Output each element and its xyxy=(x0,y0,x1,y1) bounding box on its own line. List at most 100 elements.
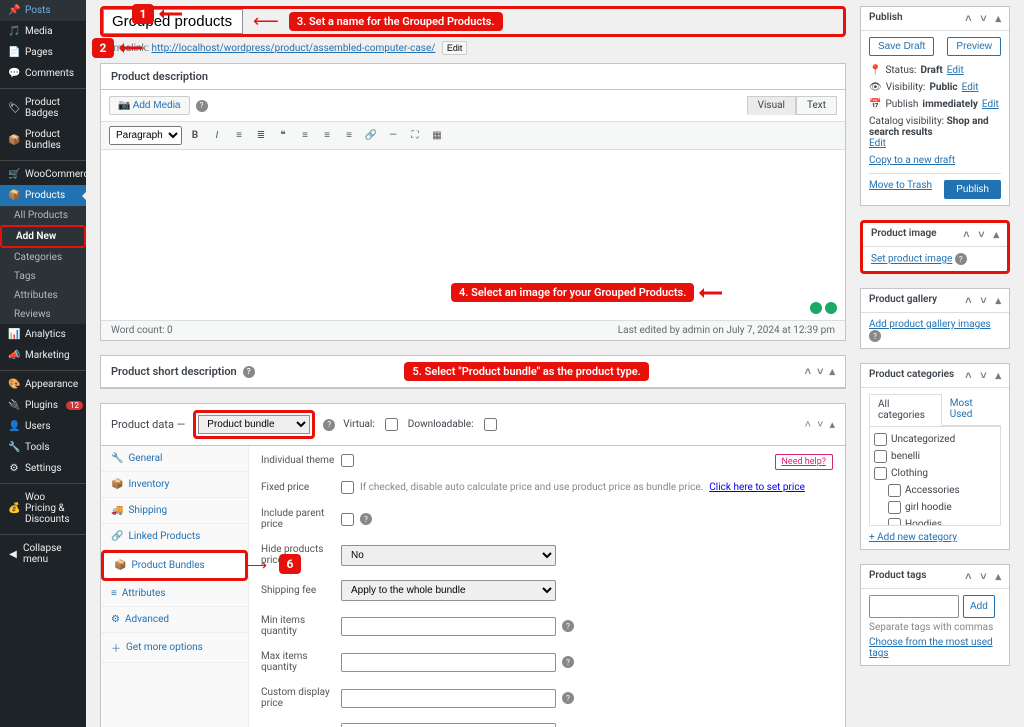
menu-media[interactable]: 🎵Media xyxy=(0,21,86,42)
menu-analytics[interactable]: 📊Analytics xyxy=(0,324,86,345)
toggle-icon[interactable]: ▴ xyxy=(995,12,1001,25)
max-qty-input[interactable] xyxy=(341,653,556,672)
chevron-up-icon[interactable]: ˄ xyxy=(965,369,971,382)
hide-price-select[interactable]: No xyxy=(341,545,556,566)
help-icon[interactable]: ? xyxy=(562,620,574,632)
category-list[interactable]: Uncategorized benelli Clothing Accessori… xyxy=(869,426,1001,526)
chevron-down-icon[interactable]: ˅ xyxy=(980,369,986,382)
tag-add-button[interactable]: Add xyxy=(963,595,995,618)
help-icon[interactable]: ? xyxy=(196,100,208,112)
individual-theme-checkbox[interactable] xyxy=(341,454,354,467)
menu-tools[interactable]: 🔧Tools xyxy=(0,437,86,458)
editor-body[interactable]: 4. Select an image for your Grouped Prod… xyxy=(101,150,845,320)
min-qty-input[interactable] xyxy=(341,617,556,636)
fullscreen-button[interactable]: ⛶ xyxy=(406,127,424,145)
add-media-button[interactable]: 📷 Add Media xyxy=(109,96,190,115)
set-price-link[interactable]: Click here to set price xyxy=(709,482,805,493)
pd-tab-inventory[interactable]: 📦Inventory xyxy=(101,472,248,498)
virtual-checkbox[interactable] xyxy=(385,418,398,431)
chevron-up-icon[interactable]: ˄ xyxy=(963,228,969,241)
box-toggle[interactable]: ˄˅▴ xyxy=(799,418,835,431)
bundle-title-input[interactable] xyxy=(341,723,556,727)
toggle-icon[interactable]: ▴ xyxy=(995,570,1001,583)
cat-checkbox[interactable] xyxy=(874,450,887,463)
chevron-down-icon[interactable]: ˅ xyxy=(980,294,986,307)
chevron-up-icon[interactable]: ˄ xyxy=(965,570,971,583)
ul-button[interactable]: ≡ xyxy=(230,127,248,145)
menu-product-bundles[interactable]: 📦Product Bundles xyxy=(0,124,86,156)
align-center-button[interactable]: ≡ xyxy=(318,127,336,145)
tag-input[interactable] xyxy=(869,595,959,618)
copy-draft-link[interactable]: Copy to a new draft xyxy=(869,155,955,166)
menu-appearance[interactable]: 🎨Appearance xyxy=(0,370,86,395)
pd-tab-linked[interactable]: 🔗Linked Products xyxy=(101,524,248,550)
menu-pages[interactable]: 📄Pages xyxy=(0,42,86,63)
menu-users[interactable]: 👤Users xyxy=(0,416,86,437)
visibility-edit-link[interactable]: Edit xyxy=(962,82,979,93)
menu-woocommerce[interactable]: 🛒WooCommerce xyxy=(0,160,86,185)
align-left-button[interactable]: ≡ xyxy=(296,127,314,145)
tab-text[interactable]: Text xyxy=(796,96,837,115)
pd-tab-shipping[interactable]: 🚚Shipping xyxy=(101,498,248,524)
cat-checkbox[interactable] xyxy=(874,433,887,446)
more-button[interactable]: — xyxy=(384,127,402,145)
menu-posts[interactable]: 📌Posts xyxy=(0,0,86,21)
toolbar-toggle-button[interactable]: ▦ xyxy=(428,127,446,145)
help-icon[interactable]: ? xyxy=(562,656,574,668)
format-select[interactable]: Paragraph xyxy=(109,126,182,145)
downloadable-checkbox[interactable] xyxy=(484,418,497,431)
link-button[interactable]: 🔗 xyxy=(362,127,380,145)
chevron-down-icon[interactable]: ˅ xyxy=(980,12,986,25)
menu-collapse[interactable]: ◀Collapse menu xyxy=(0,534,86,570)
choose-tags-link[interactable]: Choose from the most used tags xyxy=(869,637,993,659)
align-right-button[interactable]: ≡ xyxy=(340,127,358,145)
add-gallery-link[interactable]: Add product gallery images xyxy=(869,319,991,330)
italic-button[interactable]: I xyxy=(208,127,226,145)
publish-edit-link[interactable]: Edit xyxy=(982,99,999,110)
pd-tab-advanced[interactable]: ⚙Advanced xyxy=(101,607,248,633)
publish-button[interactable]: Publish xyxy=(944,180,1001,199)
pd-tab-more[interactable]: ＋Get more options xyxy=(101,633,248,663)
sub-tags[interactable]: Tags xyxy=(0,267,86,286)
help-icon[interactable]: ? xyxy=(562,692,574,704)
preview-button[interactable]: Preview xyxy=(947,37,1001,56)
help-icon[interactable]: ? xyxy=(955,253,967,265)
set-product-image-link[interactable]: Set product image xyxy=(871,254,952,265)
move-trash-link[interactable]: Move to Trash xyxy=(869,180,932,191)
bold-button[interactable]: B xyxy=(186,127,204,145)
cat-checkbox[interactable] xyxy=(888,501,901,514)
toggle-icon[interactable]: ▴ xyxy=(995,369,1001,382)
need-help-link[interactable]: Need help? xyxy=(775,454,834,470)
pd-tab-bundles[interactable]: 📦Product Bundles ⟶ 6 xyxy=(101,550,248,581)
menu-product-badges[interactable]: 🏷Product Badges xyxy=(0,88,86,124)
menu-products[interactable]: 📦Products xyxy=(0,185,86,206)
sub-all-products[interactable]: All Products xyxy=(0,206,86,225)
catalog-edit-link[interactable]: Edit xyxy=(869,138,886,149)
sub-attributes[interactable]: Attributes xyxy=(0,286,86,305)
pd-tab-attributes[interactable]: ≡Attributes xyxy=(101,581,248,607)
permalink-edit-button[interactable]: Edit xyxy=(442,41,468,55)
cat-checkbox[interactable] xyxy=(874,467,887,480)
product-type-select[interactable]: Product bundle xyxy=(198,415,310,434)
chevron-up-icon[interactable]: ˄ xyxy=(965,294,971,307)
quote-button[interactable]: ❝ xyxy=(274,127,292,145)
cat-checkbox[interactable] xyxy=(888,484,901,497)
help-icon[interactable]: ? xyxy=(360,513,372,525)
sub-categories[interactable]: Categories xyxy=(0,248,86,267)
sub-add-new[interactable]: Add New xyxy=(0,225,86,248)
shipping-fee-select[interactable]: Apply to the whole bundle xyxy=(341,580,556,601)
pd-tab-general[interactable]: 🔧General xyxy=(101,446,248,472)
toggle-icon[interactable]: ▴ xyxy=(993,228,999,241)
menu-settings[interactable]: ⚙Settings xyxy=(0,458,86,479)
menu-marketing[interactable]: 📣Marketing xyxy=(0,345,86,366)
include-parent-checkbox[interactable] xyxy=(341,513,354,526)
box-toggle[interactable]: ˄˅▴ xyxy=(799,365,835,378)
permalink-url[interactable]: http://localhost/wordpress/product/assem… xyxy=(152,43,436,54)
ol-button[interactable]: ≣ xyxy=(252,127,270,145)
help-icon[interactable]: ? xyxy=(243,366,255,378)
menu-comments[interactable]: 💬Comments xyxy=(0,63,86,84)
sub-reviews[interactable]: Reviews xyxy=(0,305,86,324)
cat-tab-most[interactable]: Most Used xyxy=(942,394,1001,425)
menu-woo-pricing[interactable]: 💰Woo Pricing & Discounts xyxy=(0,483,86,530)
chevron-up-icon[interactable]: ˄ xyxy=(965,12,971,25)
